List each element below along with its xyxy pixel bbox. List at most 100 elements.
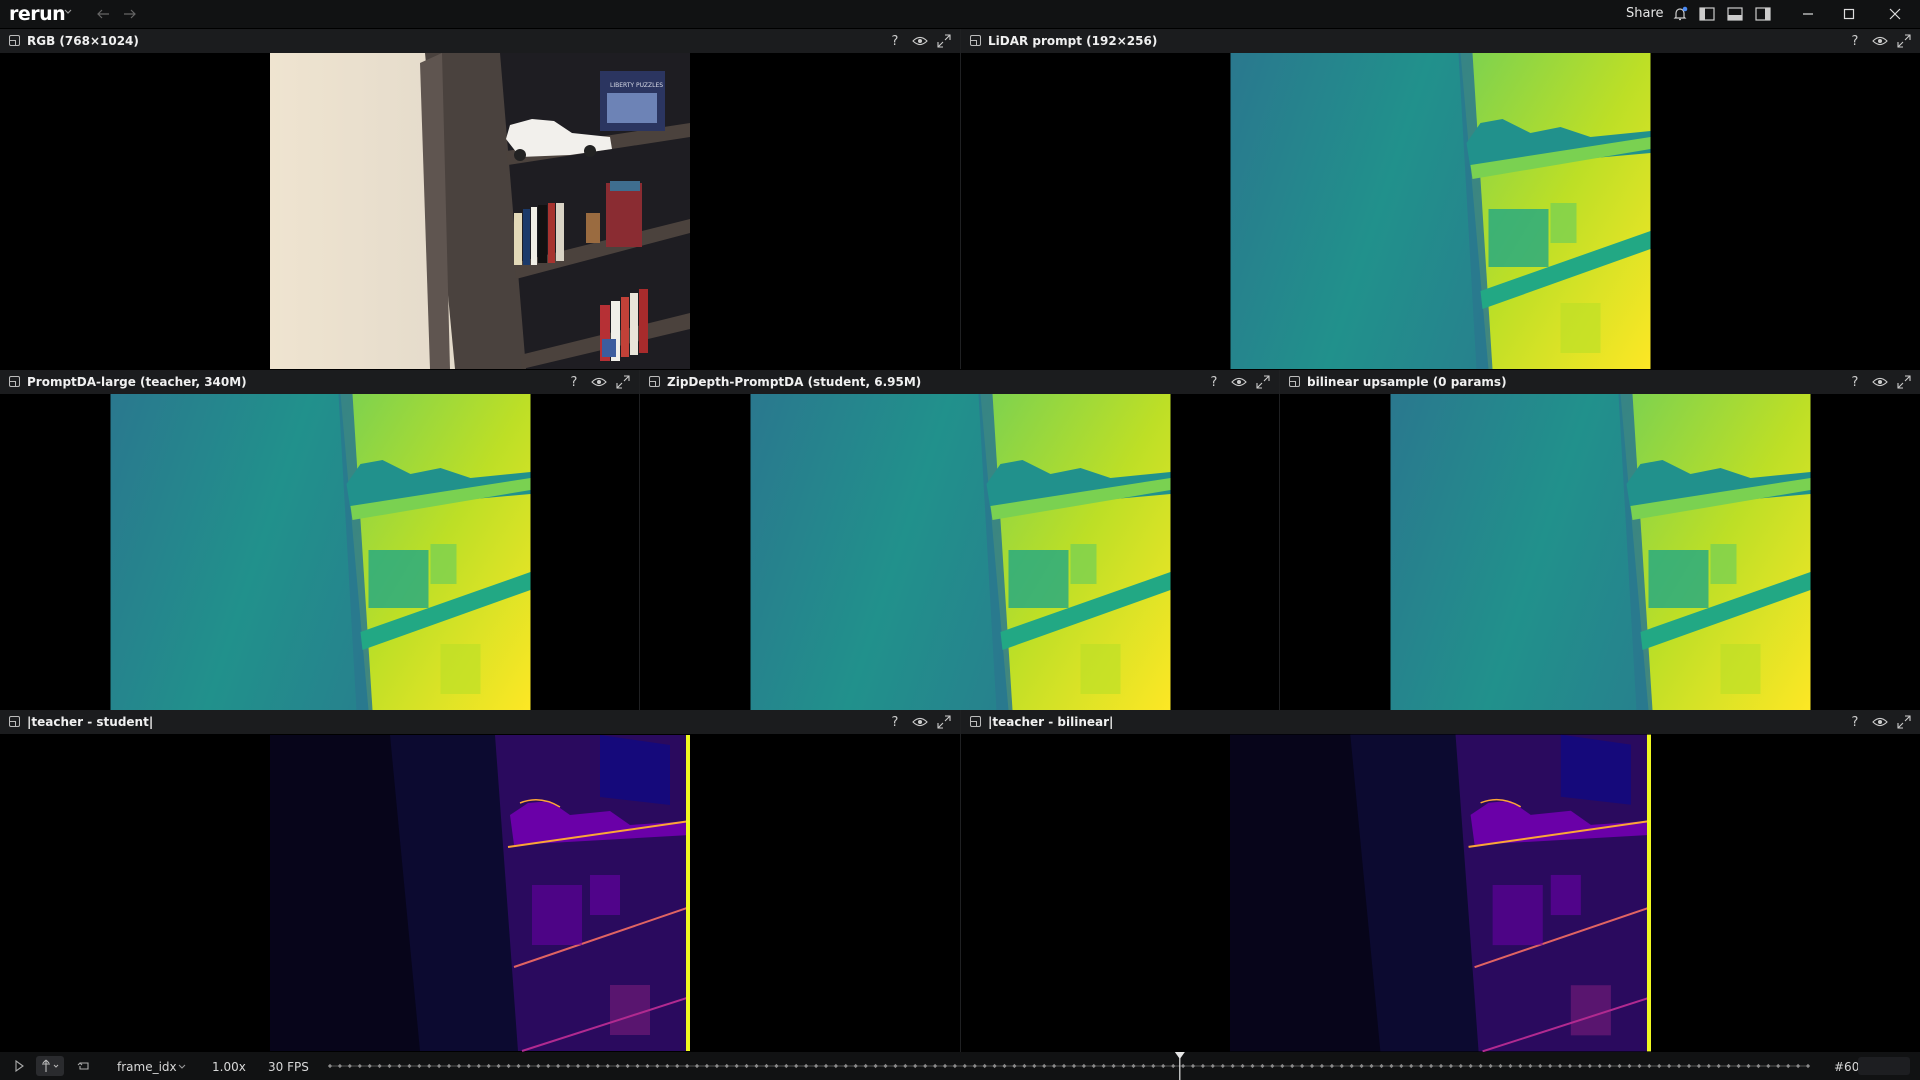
eye-icon[interactable]	[1230, 373, 1248, 391]
panel-view[interactable]	[0, 394, 639, 710]
panel-divider[interactable]	[639, 370, 640, 710]
rerun-logo[interactable]: rerun	[9, 3, 66, 25]
timeline-keyframe	[1151, 1063, 1156, 1069]
timeline-selector[interactable]: frame_idx	[117, 1060, 177, 1074]
playback-fps[interactable]: 30 FPS	[268, 1060, 309, 1074]
panel-view[interactable]: LIBERTY PUZZLES	[0, 53, 960, 369]
frame-input-box[interactable]	[1858, 1057, 1910, 1075]
timeline-keyframe	[1617, 1063, 1622, 1069]
eye-icon[interactable]	[590, 373, 608, 391]
panel-student[interactable]: ZipDepth-PromptDA (student, 6.95M) ?	[640, 370, 1279, 710]
help-icon[interactable]: ?	[888, 713, 902, 731]
current-frame: #60	[1834, 1060, 1860, 1074]
back-arrow-icon[interactable]	[94, 4, 112, 24]
toggle-right-panel-icon[interactable]	[1753, 4, 1773, 24]
minimize-window-icon[interactable]	[1797, 4, 1819, 24]
panel-title[interactable]: bilinear upsample (0 params)	[1307, 375, 1507, 389]
eye-icon[interactable]	[911, 32, 929, 50]
panel-view[interactable]	[640, 394, 1279, 710]
timeline-keyframe	[1547, 1063, 1553, 1069]
timeline-keyframe	[942, 1063, 948, 1069]
timeline-keyframe	[863, 1063, 868, 1069]
help-icon[interactable]: ?	[1848, 32, 1862, 50]
panel-rgb[interactable]: RGB (768×1024) ? LIBERTY PUZZLES	[0, 29, 960, 369]
panel-diff-student[interactable]: |teacher - student| ?	[0, 710, 960, 1052]
timeline-keyframe	[347, 1063, 352, 1069]
panel-view[interactable]	[961, 734, 1920, 1052]
help-icon[interactable]: ?	[1848, 713, 1862, 731]
timeline-keyframe	[605, 1063, 610, 1069]
panel-title[interactable]: RGB (768×1024)	[27, 34, 139, 48]
maximize-icon[interactable]	[1895, 713, 1913, 731]
timeline-keyframe	[1280, 1063, 1285, 1069]
maximize-window-icon[interactable]	[1838, 4, 1860, 24]
bell-icon[interactable]	[1670, 4, 1690, 24]
timeline-keyframe	[764, 1063, 769, 1069]
panel-view[interactable]	[961, 53, 1920, 369]
app-menu-chevron-icon[interactable]	[64, 9, 72, 15]
timeline-keyframe	[397, 1063, 402, 1069]
share-button[interactable]: Share	[1626, 6, 1664, 21]
maximize-icon[interactable]	[935, 32, 953, 50]
timeline-keyframe	[456, 1063, 462, 1069]
maximize-icon[interactable]	[1895, 32, 1913, 50]
forward-arrow-icon[interactable]	[121, 4, 139, 24]
panel-bilinear[interactable]: bilinear upsample (0 params) ?	[1280, 370, 1920, 710]
close-window-icon[interactable]	[1884, 4, 1906, 24]
timeline-keyframe	[387, 1063, 392, 1069]
play-icon[interactable]	[10, 1056, 28, 1076]
timeline-selector-chevron-icon[interactable]	[178, 1064, 186, 1070]
maximize-icon[interactable]	[1254, 373, 1272, 391]
timeline-keyframe	[1637, 1063, 1642, 1069]
panel-title[interactable]: |teacher - student|	[27, 715, 153, 729]
toggle-left-panel-icon[interactable]	[1697, 4, 1717, 24]
panel-title[interactable]: LiDAR prompt (192×256)	[988, 34, 1157, 48]
timeline-keyframe	[665, 1063, 670, 1069]
loop-icon[interactable]	[74, 1056, 94, 1076]
eye-icon[interactable]	[1871, 713, 1889, 731]
panel-header: PromptDA-large (teacher, 340M) ?	[0, 370, 639, 394]
panel-header: |teacher - bilinear| ?	[961, 710, 1920, 734]
eye-icon[interactable]	[1871, 373, 1889, 391]
eye-icon[interactable]	[1871, 32, 1889, 50]
maximize-icon[interactable]	[1895, 373, 1913, 391]
timeline-keyframe	[1260, 1063, 1265, 1069]
timeline-keyframe	[1607, 1063, 1612, 1069]
follow-icon[interactable]	[36, 1056, 64, 1076]
timeline-keyframe	[506, 1063, 511, 1069]
timeline-keyframe	[1666, 1063, 1672, 1069]
toggle-bottom-panel-icon[interactable]	[1725, 4, 1745, 24]
timeline-keyframe	[555, 1063, 561, 1069]
timeline-keyframe	[1180, 1063, 1186, 1069]
maximize-icon[interactable]	[935, 713, 953, 731]
timeline-keyframe	[1042, 1063, 1047, 1069]
help-icon[interactable]: ?	[1848, 373, 1862, 391]
panel-title[interactable]: ZipDepth-PromptDA (student, 6.95M)	[667, 375, 921, 389]
timeline-keyframe	[1795, 1063, 1801, 1069]
panel-diff-bilinear[interactable]: |teacher - bilinear| ?	[961, 710, 1920, 1052]
panel-divider[interactable]	[960, 29, 961, 369]
panel-title[interactable]: PromptDA-large (teacher, 340M)	[27, 375, 247, 389]
timeline-keyframe	[774, 1063, 779, 1069]
help-icon[interactable]: ?	[1207, 373, 1221, 391]
timeline-keyframe	[1349, 1063, 1354, 1069]
panel-divider[interactable]	[960, 710, 961, 1052]
panel-divider[interactable]	[1279, 370, 1280, 710]
timeline-keyframe	[833, 1063, 839, 1069]
maximize-icon[interactable]	[614, 373, 632, 391]
help-icon[interactable]: ?	[888, 32, 902, 50]
time-cursor-handle[interactable]	[1174, 1052, 1185, 1059]
panel-view[interactable]	[1280, 394, 1920, 710]
timeline-keyframe	[982, 1063, 987, 1069]
puzzle-box-label: LIBERTY PUZZLES	[610, 82, 663, 89]
panel-view[interactable]	[0, 734, 960, 1052]
help-icon[interactable]: ?	[567, 373, 581, 391]
time-scrubber[interactable]	[326, 1052, 1812, 1080]
timeline-keyframe	[1756, 1063, 1761, 1069]
panel-title[interactable]: |teacher - bilinear|	[988, 715, 1113, 729]
playback-speed[interactable]: 1.00x	[212, 1060, 246, 1074]
timeline-keyframe	[1032, 1063, 1037, 1069]
panel-teacher[interactable]: PromptDA-large (teacher, 340M) ?	[0, 370, 639, 710]
panel-lidar[interactable]: LiDAR prompt (192×256) ?	[961, 29, 1920, 369]
eye-icon[interactable]	[911, 713, 929, 731]
